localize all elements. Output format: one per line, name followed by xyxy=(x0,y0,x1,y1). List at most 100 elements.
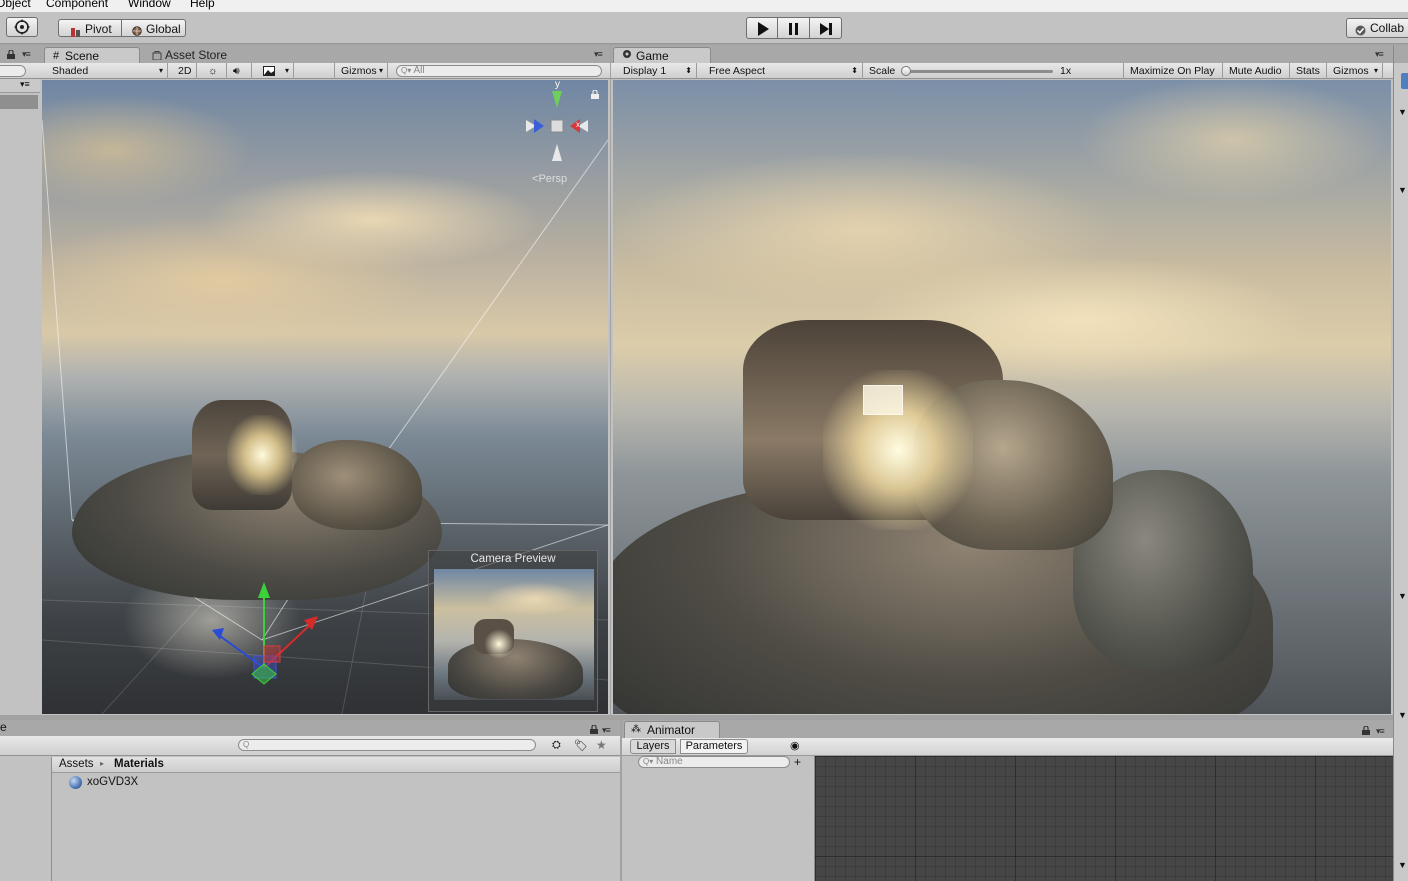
shopping-bag-icon xyxy=(152,48,162,64)
lock-icon[interactable] xyxy=(591,89,599,102)
eye-icon[interactable]: ◉ xyxy=(790,739,800,752)
shading-mode-dropdown[interactable]: Shaded ▾ xyxy=(46,63,168,79)
globe-icon xyxy=(132,23,142,41)
hierarchy-panel: ▾≡ ▾≡ xyxy=(0,45,40,715)
breadcrumb-assets[interactable]: Assets xyxy=(59,758,94,770)
play-icon xyxy=(758,22,769,36)
hierarchy-selected-row[interactable] xyxy=(0,95,38,109)
maximize-on-play-label: Maximize On Play xyxy=(1130,65,1215,77)
parameters-search-input[interactable]: Q▾ Name xyxy=(638,756,790,768)
menu-help[interactable]: Help xyxy=(190,0,215,10)
maximize-on-play-toggle[interactable]: Maximize On Play xyxy=(1123,63,1223,79)
pause-icon xyxy=(789,23,798,35)
panel-menu-icon[interactable]: ▾≡ xyxy=(602,725,611,736)
list-item-label: xoGVD3X xyxy=(87,776,139,788)
game-gizmos-dropdown[interactable]: Gizmos ▾ xyxy=(1327,63,1383,79)
aspect-dropdown[interactable]: Free Aspect ⬍ xyxy=(703,63,863,79)
scale-value: 1x xyxy=(1060,65,1072,77)
foldout-arrow-icon[interactable]: ▼ xyxy=(1398,185,1407,195)
orientation-gizmo[interactable] xyxy=(524,86,594,166)
tab-asset-store[interactable]: Asset Store xyxy=(150,47,250,64)
menu-window[interactable]: Window xyxy=(128,0,171,10)
lock-icon[interactable] xyxy=(7,49,15,62)
mute-audio-toggle[interactable]: Mute Audio xyxy=(1223,63,1290,79)
scale-label: Scale xyxy=(869,65,896,77)
game-panel: Game ▾≡ Display 1 ⬍ Free Aspect ⬍ Scale … xyxy=(611,45,1393,715)
hierarchy-scene-header[interactable]: ▾≡ xyxy=(0,79,40,93)
camera-preview-title: Camera Preview xyxy=(470,553,556,565)
game-gizmos-label: Gizmos xyxy=(1333,65,1369,77)
scene-audio-toggle[interactable]: 🔊︎ xyxy=(227,63,252,79)
scene-gizmos-dropdown[interactable]: Gizmos ▾ xyxy=(334,63,388,79)
scene-toolbar: Shaded ▾ 2D ☼ 🔊︎ ▾ Gizmos ▾ Q▾ All xyxy=(40,63,610,79)
preview-rock xyxy=(448,639,583,699)
animator-graph-canvas[interactable] xyxy=(815,756,1393,881)
search-icon: Q▾ xyxy=(401,66,412,75)
foldout-arrow-icon[interactable]: ▼ xyxy=(1398,860,1407,870)
move-gizmo[interactable] xyxy=(202,578,332,698)
layers-tab[interactable]: Layers xyxy=(630,739,676,754)
step-button[interactable] xyxy=(810,17,842,39)
breadcrumb-materials[interactable]: Materials xyxy=(114,758,164,770)
pause-button[interactable] xyxy=(778,17,810,39)
project-tabstrip: e ▾≡ xyxy=(0,720,620,736)
game-viewport[interactable] xyxy=(613,80,1391,714)
hierarchy-search-input[interactable] xyxy=(0,65,26,77)
foldout-arrow-icon[interactable]: ▼ xyxy=(1398,107,1407,117)
project-search-input[interactable]: Q xyxy=(238,739,536,751)
tab-animator[interactable]: ⁂ Animator xyxy=(624,721,720,738)
gizmo-y-arrow-icon xyxy=(258,582,270,598)
hierarchy-toolbar xyxy=(0,63,40,79)
foldout-arrow-icon[interactable]: ▼ xyxy=(1398,710,1407,720)
persp-indicator[interactable]: <Persp xyxy=(532,173,567,185)
pivot-button[interactable]: Pivot xyxy=(58,19,122,37)
menu-component[interactable]: Component xyxy=(46,0,108,10)
game-controller-icon xyxy=(622,48,632,64)
scale-slider-thumb[interactable] xyxy=(901,66,911,76)
play-button[interactable] xyxy=(746,17,778,39)
scene-tabstrip: # Scene Asset Store ▾≡ xyxy=(40,45,610,64)
filter-by-label-icon[interactable]: 🏷︎ xyxy=(574,739,588,752)
animator-icon: ⁂ xyxy=(631,724,641,735)
favorite-star-icon[interactable]: ★ xyxy=(596,738,607,752)
tab-animator-label: Animator xyxy=(647,723,696,737)
panel-menu-icon[interactable]: ▾≡ xyxy=(1375,49,1384,60)
collab-button[interactable]: Collab xyxy=(1346,18,1408,38)
parameters-tab[interactable]: Parameters xyxy=(680,739,748,754)
dropdown-arrow-icon: ⬍ xyxy=(685,66,692,75)
stats-toggle[interactable]: Stats xyxy=(1290,63,1327,79)
lock-icon[interactable] xyxy=(1362,725,1370,738)
filter-by-type-icon[interactable]: ⛭ xyxy=(552,739,561,752)
tab-scene[interactable]: # Scene xyxy=(44,47,140,64)
dropdown-arrow-icon: ▾ xyxy=(1373,66,1378,75)
scene-search-input[interactable]: Q▾ All xyxy=(396,65,602,77)
stats-label: Stats xyxy=(1296,65,1320,77)
menu-object[interactable]: Object xyxy=(0,0,31,10)
list-item[interactable]: xoGVD3X xyxy=(68,775,168,791)
game-glowing-cube xyxy=(863,385,903,415)
display-dropdown[interactable]: Display 1 ⬍ xyxy=(617,63,697,79)
tab-game[interactable]: Game xyxy=(613,47,711,64)
foldout-arrow-icon[interactable]: ▼ xyxy=(1398,591,1407,601)
project-breadcrumb: Assets ▸ Materials xyxy=(52,757,620,773)
panel-menu-icon[interactable]: ▾≡ xyxy=(594,49,603,60)
scene-viewport[interactable]: y x <Persp Camera Preview xyxy=(42,80,608,714)
scene-lighting-toggle[interactable]: ☼ xyxy=(202,63,227,79)
image-icon xyxy=(263,66,275,76)
transform-tool-button[interactable] xyxy=(6,17,38,37)
global-button[interactable]: Global xyxy=(122,19,186,37)
aspect-value: Free Aspect xyxy=(709,65,766,77)
tab-game-label: Game xyxy=(636,49,669,63)
panel-menu-icon[interactable]: ▾≡ xyxy=(22,49,31,60)
animator-panel: ⁂ Animator ▾≡ Layers Parameters ◉ Q▾ Nam… xyxy=(622,720,1393,881)
panel-menu-icon[interactable]: ▾≡ xyxy=(20,79,30,90)
breadcrumb-arrow-icon: ▸ xyxy=(100,759,105,768)
tab-project-label[interactable]: e xyxy=(0,720,7,734)
panel-menu-icon[interactable]: ▾≡ xyxy=(1376,726,1385,737)
game-toolbar: Display 1 ⬍ Free Aspect ⬍ Scale 1x Maxim… xyxy=(611,63,1393,79)
scale-slider-track[interactable] xyxy=(903,70,1053,73)
toggle-2d-button[interactable]: 2D xyxy=(172,63,197,79)
add-parameter-icon[interactable]: + xyxy=(794,755,801,769)
speaker-icon: 🔊︎ xyxy=(233,65,240,77)
scene-effects-dropdown[interactable]: ▾ xyxy=(256,63,294,79)
